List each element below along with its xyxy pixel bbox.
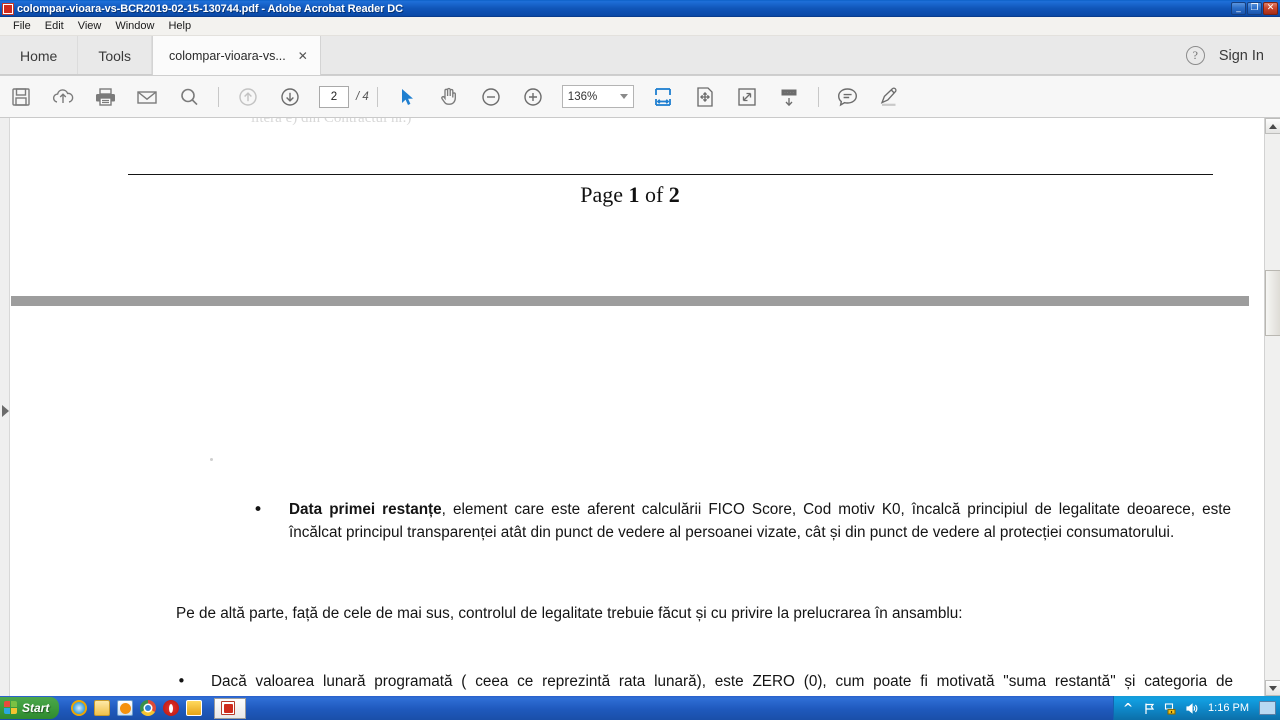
first-bullet-text: Data primei restanțe, element care este … — [289, 498, 1231, 545]
scroll-page-down-icon[interactable] — [768, 76, 810, 118]
start-label: Start — [22, 701, 50, 715]
comment-icon[interactable] — [827, 76, 869, 118]
menu-file[interactable]: File — [6, 19, 38, 33]
menu-edit[interactable]: Edit — [38, 19, 71, 33]
select-tool-icon[interactable] — [386, 76, 428, 118]
page1-horizontal-rule — [128, 174, 1213, 175]
stray-dot-mark — [210, 458, 213, 461]
list-item: • Dacă valoarea lunară programată ( ceea… — [177, 670, 1233, 696]
pdf-document-icon — [2, 2, 14, 15]
toolbar-divider-3 — [817, 86, 819, 107]
fullscreen-icon[interactable] — [726, 76, 768, 118]
sidebar-rail — [0, 118, 10, 696]
pdf-page-2: • Data primei restanțe, element care est… — [11, 306, 1249, 696]
system-tray: ^ 1:16 PM — [1113, 696, 1280, 720]
notepad-icon[interactable] — [186, 700, 203, 716]
menu-view[interactable]: View — [71, 19, 109, 33]
print-icon[interactable] — [84, 76, 126, 118]
clock[interactable]: 1:16 PM — [1205, 702, 1252, 714]
highlight-icon[interactable] — [869, 76, 911, 118]
notification-flag-icon[interactable] — [1142, 701, 1156, 715]
scroll-down-button[interactable] — [1265, 680, 1280, 696]
first-bullet-block: • Data primei restanțe, element care est… — [253, 498, 1231, 545]
minimize-button[interactable]: _ — [1231, 2, 1246, 15]
toolbar-divider — [218, 86, 219, 107]
tray-chevron-icon[interactable]: ^ — [1121, 701, 1135, 715]
scrollbar-thumb[interactable] — [1265, 270, 1280, 336]
network-warning-icon[interactable] — [1163, 701, 1177, 715]
page1-footer: Page 1 of 2 — [11, 182, 1249, 208]
chevron-down-icon — [1269, 685, 1277, 691]
document-tab[interactable]: colompar-vioara-vs... ✕ — [152, 36, 321, 75]
volume-icon[interactable] — [1184, 701, 1198, 715]
page-separator — [11, 296, 1249, 306]
tab-home[interactable]: Home — [0, 36, 79, 75]
email-icon[interactable] — [126, 76, 168, 118]
main-toolbar: 2 / 4 136% — [0, 76, 1280, 118]
chevron-down-icon[interactable] — [619, 94, 628, 99]
chrome-icon[interactable] — [140, 700, 157, 716]
taskbar: Start ^ 1:16 PM — [0, 696, 1280, 720]
zoom-level-select[interactable]: 136% — [561, 85, 634, 108]
previous-page-icon[interactable] — [227, 76, 269, 118]
quick-launch-bar — [63, 696, 210, 720]
bullet-icon: • — [253, 500, 264, 520]
menu-help[interactable]: Help — [161, 19, 198, 33]
close-icon[interactable]: ✕ — [298, 50, 308, 62]
fit-width-icon[interactable] — [642, 76, 684, 118]
intro-paragraph: Pe de altă parte, față de cele de mai su… — [136, 602, 1228, 625]
title-bar: colompar-vioara-vs-BCR2019-02-15-130744.… — [0, 0, 1280, 17]
list-item-text: Dacă valoarea lunară programată ( ceea c… — [211, 673, 1233, 690]
first-bullet-lead: Data primei restanțe — [289, 501, 442, 518]
restore-button[interactable]: ❐ — [1247, 2, 1262, 15]
footer-prefix: Page — [580, 182, 629, 207]
menu-window[interactable]: Window — [108, 19, 161, 33]
sign-in-button[interactable]: Sign In — [1219, 48, 1264, 64]
bullet-icon: • — [177, 672, 186, 690]
scroll-up-button[interactable] — [1265, 118, 1280, 134]
zoom-out-icon[interactable] — [470, 76, 512, 118]
footer-mid: of — [639, 182, 669, 207]
tab-tools[interactable]: Tools — [78, 36, 153, 75]
page-total-label: / 4 — [356, 90, 369, 103]
help-icon[interactable]: ? — [1185, 46, 1205, 65]
footer-current-page: 1 — [628, 182, 640, 207]
search-icon[interactable] — [168, 76, 210, 118]
hand-tool-icon[interactable] — [428, 76, 470, 118]
acrobat-reader-window: colompar-vioara-vs-BCR2019-02-15-130744.… — [0, 0, 1280, 720]
question-list: • Dacă valoarea lunară programată ( ceea… — [177, 670, 1233, 696]
internet-explorer-icon[interactable] — [71, 700, 88, 716]
menu-bar: File Edit View Window Help — [0, 17, 1280, 36]
toolbar-divider-2 — [376, 86, 378, 107]
chevron-up-icon — [1269, 123, 1277, 129]
fit-page-icon[interactable] — [684, 76, 726, 118]
zoom-level-value: 136% — [567, 90, 598, 103]
document-view[interactable]: litera e) din Contractul nr.) Page 1 of … — [0, 118, 1280, 696]
folder-icon[interactable] — [94, 700, 111, 716]
save-icon[interactable] — [0, 76, 42, 118]
show-desktop-icon[interactable] — [1259, 701, 1276, 715]
expand-sidebar-icon[interactable] — [2, 405, 9, 417]
close-button[interactable]: ✕ — [1263, 2, 1278, 15]
upload-cloud-icon[interactable] — [42, 76, 84, 118]
zoom-in-icon[interactable] — [512, 76, 554, 118]
footer-total-pages: 2 — [668, 182, 680, 207]
page1-faint-text: litera e) din Contractul nr.) — [251, 118, 412, 126]
acrobat-reader-task[interactable] — [214, 697, 247, 719]
page-number-input[interactable]: 2 — [319, 85, 349, 108]
document-tab-label: colompar-vioara-vs... — [169, 48, 286, 63]
vertical-scrollbar[interactable] — [1264, 118, 1280, 696]
tab-strip: Home Tools colompar-vioara-vs... ✕ ? Sig… — [0, 36, 1280, 76]
page-navigation: 2 / 4 — [319, 85, 369, 108]
intro-paragraph-text: Pe de altă parte, față de cele de mai su… — [176, 605, 963, 622]
start-button[interactable]: Start — [0, 697, 60, 719]
window-title: colompar-vioara-vs-BCR2019-02-15-130744.… — [17, 2, 403, 15]
next-page-icon[interactable] — [269, 76, 311, 118]
media-player-icon[interactable] — [117, 700, 134, 716]
windows-logo-icon — [4, 701, 18, 715]
window-controls: _ ❐ ✕ — [1231, 2, 1278, 15]
pdf-document-icon — [221, 701, 236, 715]
opera-icon[interactable] — [163, 700, 180, 716]
